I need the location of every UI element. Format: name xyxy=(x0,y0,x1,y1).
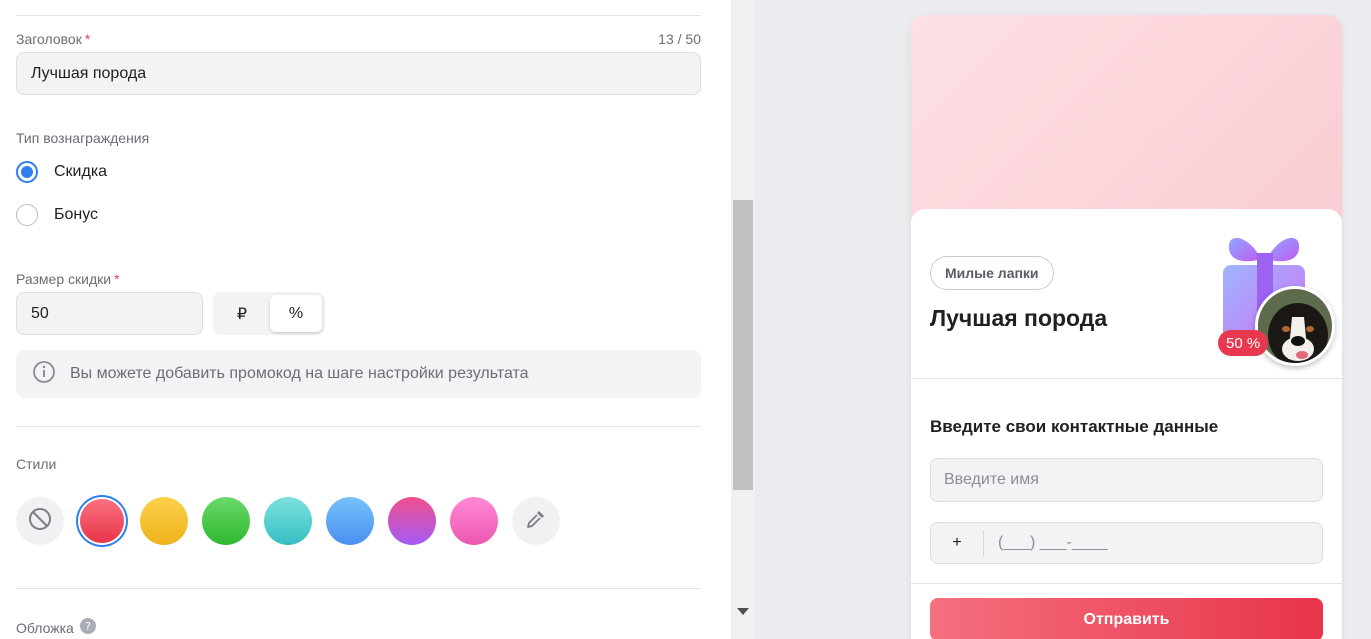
radio-discount-label: Скидка xyxy=(54,163,108,180)
title-field-label: Заголовок * xyxy=(16,31,90,47)
preview-panel: Милые лапки Лучшая порода 50 % Введите с… xyxy=(755,0,1371,639)
cover-area xyxy=(911,15,1342,230)
divider xyxy=(911,378,1342,379)
radio-discount[interactable]: Скидка xyxy=(16,161,107,183)
swatch-red[interactable] xyxy=(80,499,124,543)
discount-unit-toggle: ₽ % xyxy=(213,292,325,335)
contact-form-title: Введите свои контактные данные xyxy=(930,417,1219,436)
divider xyxy=(16,588,701,589)
info-text: Вы можете добавить промокод на шаге наст… xyxy=(70,365,529,382)
swatch-green[interactable] xyxy=(202,497,250,545)
info-icon xyxy=(32,360,56,389)
eyedropper-icon xyxy=(524,507,548,536)
required-mark: * xyxy=(84,31,91,47)
divider xyxy=(911,583,1342,584)
divider xyxy=(16,426,701,427)
swatch-pink[interactable] xyxy=(450,497,498,545)
scrollbar-thumb[interactable] xyxy=(733,200,753,490)
required-mark: * xyxy=(114,271,120,287)
swatch-custom[interactable] xyxy=(512,497,560,545)
swatch-blue[interactable] xyxy=(326,497,374,545)
phone-mask: (___) ___-____ xyxy=(998,534,1108,551)
discount-label-text: Размер скидки xyxy=(16,271,112,287)
radio-discount-indicator[interactable] xyxy=(16,161,38,183)
name-input[interactable]: Введите имя xyxy=(930,458,1323,502)
preview-title: Лучшая порода xyxy=(930,305,1108,331)
submit-button[interactable]: Отправить xyxy=(930,598,1323,639)
discount-badge: 50 % xyxy=(1218,330,1269,356)
title-input[interactable]: Лучшая порода xyxy=(16,52,701,95)
title-char-counter: 13 / 50 xyxy=(658,31,701,47)
swatch-yellow[interactable] xyxy=(140,497,188,545)
title-label-text: Заголовок xyxy=(16,31,82,47)
swatch-violet[interactable] xyxy=(388,497,436,545)
unit-percent-option[interactable]: % xyxy=(270,295,322,332)
radio-bonus-label: Бонус xyxy=(54,206,99,223)
svg-text:?: ? xyxy=(85,620,91,633)
swatch-teal[interactable] xyxy=(264,497,312,545)
help-icon[interactable]: ? xyxy=(79,618,96,637)
swatch-none[interactable] xyxy=(16,497,64,545)
cover-label-text: Обложка xyxy=(16,619,74,636)
styles-label: Стили xyxy=(16,456,57,472)
unit-ruble-option[interactable]: ₽ xyxy=(216,295,268,332)
editor-scrollbar[interactable] xyxy=(731,0,755,639)
card-body: Милые лапки Лучшая порода 50 % Введите с… xyxy=(911,209,1342,639)
phone-prefix: + xyxy=(952,534,962,551)
brand-chip: Милые лапки xyxy=(930,256,1054,290)
radio-bonus-indicator[interactable] xyxy=(16,204,38,226)
discount-value-input[interactable]: 50 xyxy=(16,292,203,335)
no-style-icon xyxy=(27,506,53,537)
dog-avatar xyxy=(1255,286,1335,366)
divider xyxy=(983,530,984,556)
radio-bonus[interactable]: Бонус xyxy=(16,204,98,226)
phone-input[interactable]: + (___) ___-____ xyxy=(930,522,1323,564)
divider xyxy=(16,15,701,16)
cover-label: Обложка ? xyxy=(16,618,96,637)
discount-size-label: Размер скидки * xyxy=(16,271,120,287)
color-swatch-row xyxy=(16,497,560,545)
reward-type-label: Тип вознаграждения xyxy=(16,130,150,146)
preview-card: Милые лапки Лучшая порода 50 % Введите с… xyxy=(911,15,1342,639)
editor-panel: Заголовок * 13 / 50 Лучшая порода Тип воз… xyxy=(0,0,731,639)
promo-info-box: Вы можете добавить промокод на шаге наст… xyxy=(16,350,701,398)
scroll-down-arrow-icon[interactable] xyxy=(737,608,749,615)
